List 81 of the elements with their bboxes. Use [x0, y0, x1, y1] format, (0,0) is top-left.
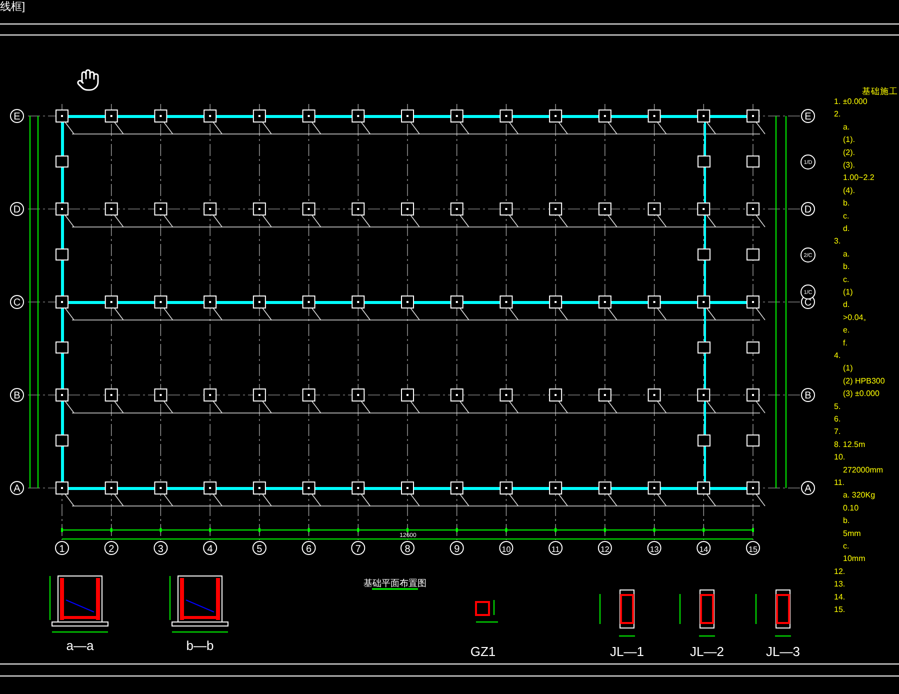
- note-line: 272000mm: [843, 465, 884, 474]
- note-line: a.: [843, 249, 850, 258]
- axis-label: B: [10, 388, 24, 402]
- note-line: 10mm: [843, 554, 866, 564]
- note-line: c.: [843, 211, 850, 220]
- hand-cursor-icon: [77, 69, 99, 91]
- note-line: b.: [843, 198, 850, 208]
- axis-label: A: [801, 481, 815, 495]
- note-line: b.: [843, 262, 850, 272]
- note-line: (1): [843, 364, 853, 373]
- note-line: (4).: [843, 186, 855, 195]
- note-line: 0.10: [843, 503, 859, 512]
- note-line: (1).: [843, 135, 855, 144]
- wall-section-drawing: [170, 576, 228, 632]
- note-line: 6.: [834, 414, 841, 424]
- note-line: a. 320Kg: [843, 490, 876, 500]
- note-line: (1): [843, 288, 853, 296]
- detail-label: GZ1: [470, 644, 496, 659]
- axis-label: 12: [598, 541, 612, 555]
- note-line: 8. 12.5m: [834, 440, 866, 449]
- note-line: c.: [843, 542, 850, 550]
- note-line: b.: [843, 516, 850, 526]
- detail-label: a—a: [66, 638, 94, 653]
- note-line: e.: [843, 326, 850, 335]
- axis-label: 10: [499, 541, 514, 555]
- note-line: f.: [843, 338, 848, 348]
- note-line: 4.: [834, 351, 841, 360]
- note-line: 10.: [834, 452, 846, 462]
- axis-label: 1: [55, 541, 69, 555]
- axis-label: E: [10, 109, 24, 123]
- viewport-label[interactable]: 线框]: [0, 1, 26, 13]
- detail-label: b—b: [186, 638, 214, 653]
- axis-label: 11: [548, 541, 563, 555]
- note-line: 14.: [834, 592, 846, 602]
- beam-section-drawing: [600, 590, 636, 636]
- note-line: c.: [843, 274, 850, 284]
- note-line: (3) ±0.000: [843, 389, 880, 398]
- axis-label: 14: [696, 541, 711, 555]
- note-line: 11.: [834, 478, 845, 487]
- axis-label: 6: [302, 541, 316, 555]
- axis-label: 9: [450, 541, 464, 555]
- axis-label: 5: [252, 541, 266, 555]
- beam-section-drawing: [756, 590, 792, 636]
- wall-section-drawing: [50, 576, 108, 632]
- note-line: d.: [843, 224, 850, 233]
- note-line: (3).: [843, 160, 855, 170]
- note-line: 3.: [834, 236, 841, 246]
- note-line: 15.: [834, 605, 846, 614]
- plan-title: 基础平面布置图: [364, 578, 426, 588]
- axis-label: 7: [351, 541, 366, 555]
- axis-label: 2: [104, 541, 118, 555]
- axis-label: 15: [746, 541, 760, 555]
- note-line: d.: [843, 300, 850, 310]
- axis-label: C: [10, 295, 24, 309]
- note-line: 5mm: [843, 528, 861, 538]
- axis-label: 8: [400, 541, 414, 555]
- note-line: (2) HPB300: [843, 376, 885, 386]
- column-section-drawing: [475, 600, 498, 622]
- axis-label: A: [10, 481, 24, 495]
- note-line: 1. ±0.000: [834, 97, 868, 106]
- beam-section-drawing: [680, 590, 716, 636]
- note-line: (2).: [843, 148, 855, 157]
- axis-label: 4: [203, 541, 218, 555]
- note-line: a.: [843, 122, 850, 132]
- axis-label: 13: [647, 541, 662, 555]
- axis-label: B: [801, 388, 815, 402]
- notes-title: 基础施工: [862, 86, 898, 96]
- detail-label: JL—2: [690, 644, 724, 659]
- note-line: 1.00~2.2: [843, 173, 874, 182]
- note-line: 12.: [834, 566, 846, 576]
- note-line: >0.04。: [843, 312, 872, 322]
- note-line: 13.: [834, 580, 846, 589]
- axis-label: 3: [154, 541, 168, 555]
- detail-label: JL—3: [766, 644, 800, 659]
- axis-label: D: [10, 202, 24, 216]
- detail-label: JL—1: [610, 644, 644, 659]
- note-line: 5.: [834, 402, 841, 411]
- note-line: 7.: [834, 427, 841, 436]
- axis-label: D: [801, 202, 815, 216]
- axis-label: E: [801, 109, 815, 123]
- note-line: 2.: [834, 110, 841, 119]
